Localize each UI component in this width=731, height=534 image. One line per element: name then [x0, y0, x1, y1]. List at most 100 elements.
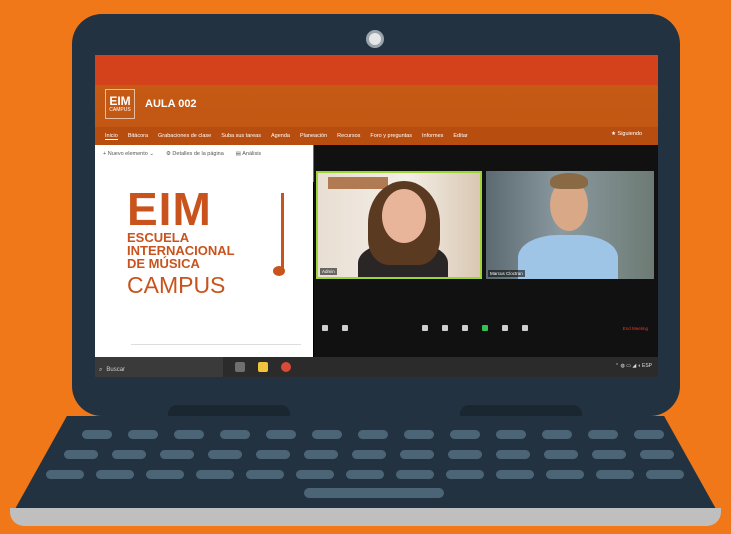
end-meeting-button[interactable]: End Meeting [623, 326, 648, 331]
keyboard-key [346, 470, 384, 479]
keyboard-key [546, 470, 584, 479]
new-item-button[interactable]: + Nuevo elemento ⌄ [103, 151, 154, 157]
keyboard-key [304, 450, 338, 459]
taskbar-search[interactable]: ⌕ Buscar [95, 357, 223, 377]
participant-name: Admin [320, 268, 337, 275]
keyboard-key [174, 430, 204, 439]
laptop-base [10, 508, 721, 526]
command-bar: + Nuevo elemento ⌄ ⚙ Detalles de la pági… [103, 151, 261, 157]
eim-logo-big: EIM [127, 183, 212, 235]
mic-icon[interactable] [322, 325, 328, 331]
reactions-icon[interactable] [522, 325, 528, 331]
keyboard-key [296, 470, 334, 479]
person-hair [550, 173, 588, 189]
follow-button[interactable]: ★ Siguiendo [611, 131, 642, 137]
nav-item[interactable]: Recursos [337, 133, 360, 139]
keyboard-key [496, 450, 530, 459]
music-note-icon [273, 193, 285, 276]
keyboard-key [588, 430, 618, 439]
keyboard-key [446, 470, 484, 479]
keyboard-key [256, 450, 290, 459]
participant-name: Marcus Cloctran [488, 270, 525, 277]
nav-item[interactable]: Suba sus tareas [221, 133, 261, 139]
task-view-icon[interactable] [235, 362, 245, 372]
site-logo-text: EIM [109, 94, 131, 108]
keyboard-key [266, 430, 296, 439]
keyboard-key [82, 430, 112, 439]
keyboard-key [400, 450, 434, 459]
spacebar-key [304, 488, 444, 498]
zoom-meeting: Admin Marcus Cloctran End Meeting [314, 145, 658, 357]
keyboard-key [312, 430, 342, 439]
keyboard-key [208, 450, 242, 459]
site-logo: EIM CAMPUS [105, 89, 135, 119]
page-details-label: Detalles de la página [172, 151, 224, 157]
share-screen-icon[interactable] [482, 325, 488, 331]
keyboard-key [634, 430, 664, 439]
laptop-screen: EIM CAMPUS AULA 002 Inicio Bitácora Grabac… [95, 55, 658, 377]
follow-label: Siguiendo [617, 131, 642, 137]
keyboard-key [196, 470, 234, 479]
illustration: EIM CAMPUS AULA 002 Inicio Bitácora Grabac… [0, 0, 731, 534]
keyboard-key [496, 470, 534, 479]
participants-icon[interactable] [442, 325, 448, 331]
chrome-icon[interactable] [281, 362, 291, 372]
analytics-button[interactable]: ▤ Análisis [236, 151, 261, 157]
keyboard-key [448, 450, 482, 459]
page-content: + Nuevo elemento ⌄ ⚙ Detalles de la pági… [95, 145, 313, 357]
record-icon[interactable] [502, 325, 508, 331]
site-brand[interactable]: EIM CAMPUS AULA 002 [105, 89, 197, 119]
nav-item[interactable]: Grabaciones de clase [158, 133, 211, 139]
keyboard-key [396, 470, 434, 479]
nav-item[interactable]: Agenda [271, 133, 290, 139]
nav-item[interactable]: Bitácora [128, 133, 148, 139]
nav-item[interactable]: Inicio [105, 133, 118, 140]
keyboard-key [496, 430, 526, 439]
keyboard-key [160, 450, 194, 459]
keyboard-key [404, 430, 434, 439]
keyboard-key [64, 450, 98, 459]
nav-item[interactable]: Foro y preguntas [370, 133, 412, 139]
search-icon: ⌕ [99, 366, 103, 373]
eim-logo: EIM ESCUELA INTERNACIONAL DE MÚSICA CAMP… [127, 183, 285, 298]
chat-icon[interactable] [462, 325, 468, 331]
eim-logo-line3: DE MÚSICA [127, 256, 200, 271]
keyboard-key [596, 470, 634, 479]
video-tile-admin[interactable]: Admin [316, 171, 482, 279]
keyboard-key [358, 430, 388, 439]
page-details-button[interactable]: ⚙ Detalles de la página [166, 151, 224, 157]
zoom-toolbar: End Meeting [314, 321, 658, 335]
file-explorer-icon[interactable] [258, 362, 268, 372]
nav-item[interactable]: Editar [453, 133, 467, 139]
divider [131, 344, 301, 345]
keyboard-key [112, 450, 146, 459]
keyboard-key [352, 450, 386, 459]
keyboard-key [640, 450, 674, 459]
background-shelf [328, 177, 388, 189]
keyboard-key [542, 430, 572, 439]
nav-item[interactable]: Informes [422, 133, 443, 139]
keyboard-key [544, 450, 578, 459]
keyboard-key [592, 450, 626, 459]
site-title: AULA 002 [145, 98, 197, 110]
keyboard-key [220, 430, 250, 439]
analytics-label: Análisis [242, 151, 262, 157]
keyboard-key [646, 470, 684, 479]
nav-item[interactable]: Planeación [300, 133, 327, 139]
keyboard-key [128, 430, 158, 439]
webcam-icon [366, 30, 384, 48]
system-tray: ⌃ ◍ ▭ ◢ ◖ ESP [614, 363, 652, 369]
video-camera-icon[interactable] [342, 325, 348, 331]
keyboard-key [450, 430, 480, 439]
keyboard-key [146, 470, 184, 479]
language-indicator[interactable]: ESP [642, 363, 652, 369]
person-face [382, 189, 426, 243]
site-nav: Inicio Bitácora Grabaciones de clase Suba s… [95, 127, 658, 145]
security-icon[interactable] [422, 325, 428, 331]
keyboard-key [246, 470, 284, 479]
taskbar-search-label: Buscar [106, 367, 126, 373]
keyboard-key [96, 470, 134, 479]
video-tile-marcus[interactable]: Marcus Cloctran [486, 171, 654, 279]
keyboard-key [46, 470, 84, 479]
eim-logo-campus: CAMPUS [127, 272, 226, 298]
